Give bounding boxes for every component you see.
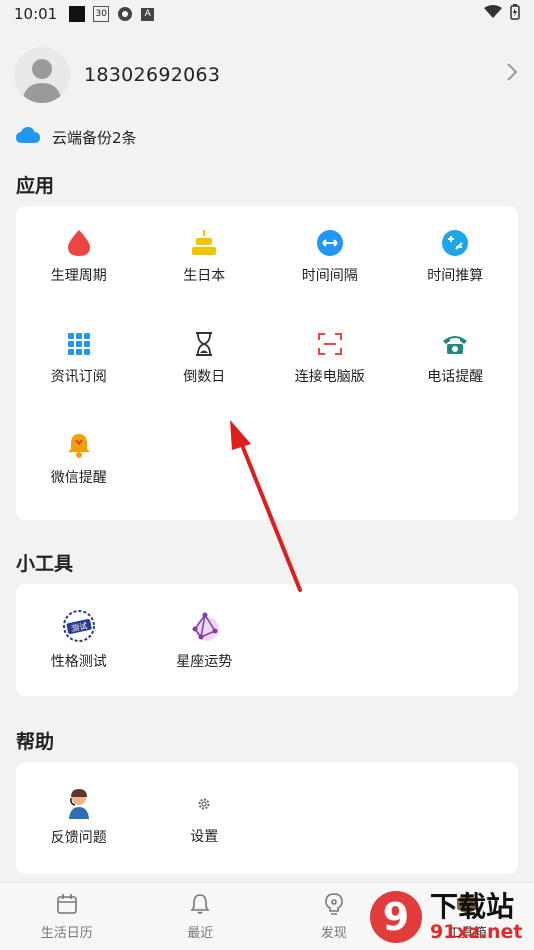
constellation-icon	[187, 609, 221, 643]
tool-label: 星座运势	[176, 654, 233, 670]
test-stamp-seal: 测试	[62, 610, 95, 642]
app-label: 生理周期	[50, 267, 107, 284]
calc-icon	[441, 229, 469, 257]
help-feedback[interactable]: 反馈问题	[16, 762, 142, 874]
app-label: 资讯订阅	[50, 368, 107, 385]
app-period[interactable]: 生理周期	[16, 206, 142, 307]
help-label: 设置	[190, 829, 219, 845]
tool-label: 性格测试	[50, 654, 107, 670]
help-card: 反馈问题 设置	[16, 762, 518, 874]
cloud-backup-row[interactable]: 云端备份2条	[0, 112, 534, 162]
help-section-title: 帮助	[16, 730, 55, 753]
nav-label: 生活日历	[40, 925, 93, 941]
app-label: 时间推算	[427, 267, 484, 284]
wifi-icon	[484, 5, 502, 23]
app-wechat-remind[interactable]: 微信提醒	[16, 408, 142, 509]
nav-life-calendar[interactable]: 生活日历	[0, 883, 134, 950]
status-time: 10:01	[14, 5, 58, 23]
app-birthday[interactable]: 生日本	[142, 206, 268, 307]
apps-section-title: 应用	[16, 174, 55, 197]
battery-icon	[510, 4, 520, 24]
site-watermark: 9 下载站 91xz.net	[368, 888, 528, 946]
bell-icon	[65, 431, 93, 459]
calendar-status-icon: 30	[93, 6, 110, 22]
nav-label: 最近	[187, 925, 214, 941]
calendar-status-badge: 30	[95, 9, 107, 19]
bell-outline-icon	[190, 893, 210, 919]
phone-icon	[441, 330, 469, 358]
app-interval[interactable]: 时间间隔	[267, 206, 393, 307]
phone-number: 18302692063	[84, 64, 221, 86]
tool-horoscope[interactable]: 星座运势	[142, 584, 268, 696]
status-bar: 10:01 30 A	[0, 0, 534, 28]
hourglass-icon	[190, 330, 218, 358]
app-label: 微信提醒	[50, 469, 107, 486]
cloud-backup-label: 云端备份2条	[52, 128, 137, 147]
watermark-title: 下载站	[430, 889, 515, 923]
calendar-icon	[56, 893, 78, 919]
app-phone-remind[interactable]: 电话提醒	[393, 307, 519, 408]
watermark-logo-text: 9	[383, 895, 409, 939]
app-time-calc[interactable]: 时间推算	[393, 206, 519, 307]
app-connect-pc[interactable]: 连接电脑版	[267, 307, 393, 408]
user-silhouette-icon	[22, 59, 62, 103]
watermark-logo: 9	[370, 891, 422, 943]
support-agent-icon	[65, 789, 93, 819]
profile-row[interactable]: 18302692063	[0, 28, 534, 110]
tools-card: 测试 性格测试 星座运势	[16, 584, 518, 696]
black-square-icon	[69, 6, 86, 22]
app-news[interactable]: 资讯订阅	[16, 307, 142, 408]
a-status-icon: A	[141, 7, 155, 21]
cloud-icon	[16, 127, 40, 147]
tool-personality-test[interactable]: 测试 性格测试	[16, 584, 142, 696]
tools-section-title: 小工具	[16, 552, 74, 575]
app-label: 连接电脑版	[294, 368, 365, 385]
help-settings[interactable]: 设置	[142, 762, 268, 874]
apps-card: 生理周期 生日本 时间间隔 时间推算 资讯订阅 倒数日 连接电脑版 电话提醒 微…	[16, 206, 518, 520]
app-label: 生日本	[183, 267, 226, 284]
scan-icon	[316, 330, 344, 358]
app-countdown[interactable]: 倒数日	[142, 307, 268, 408]
nav-recent[interactable]: 最近	[134, 883, 268, 950]
chevron-right-icon	[506, 62, 518, 88]
test-stamp-icon: 测试	[62, 609, 96, 643]
watermark-url: 91xz.net	[430, 920, 523, 943]
app-label: 时间间隔	[301, 267, 358, 284]
aperture-icon	[117, 6, 133, 22]
cake-icon	[190, 229, 218, 257]
drop-icon	[65, 229, 93, 257]
a-status-badge: A	[144, 9, 151, 19]
nav-label: 发现	[320, 925, 347, 941]
interval-icon	[316, 229, 344, 257]
gear-icon	[190, 790, 218, 818]
bulb-icon	[324, 892, 344, 919]
grid-icon	[65, 330, 93, 358]
help-label: 反馈问题	[50, 830, 107, 846]
app-label: 电话提醒	[427, 368, 484, 385]
avatar[interactable]	[14, 47, 70, 103]
app-label: 倒数日	[183, 368, 226, 385]
